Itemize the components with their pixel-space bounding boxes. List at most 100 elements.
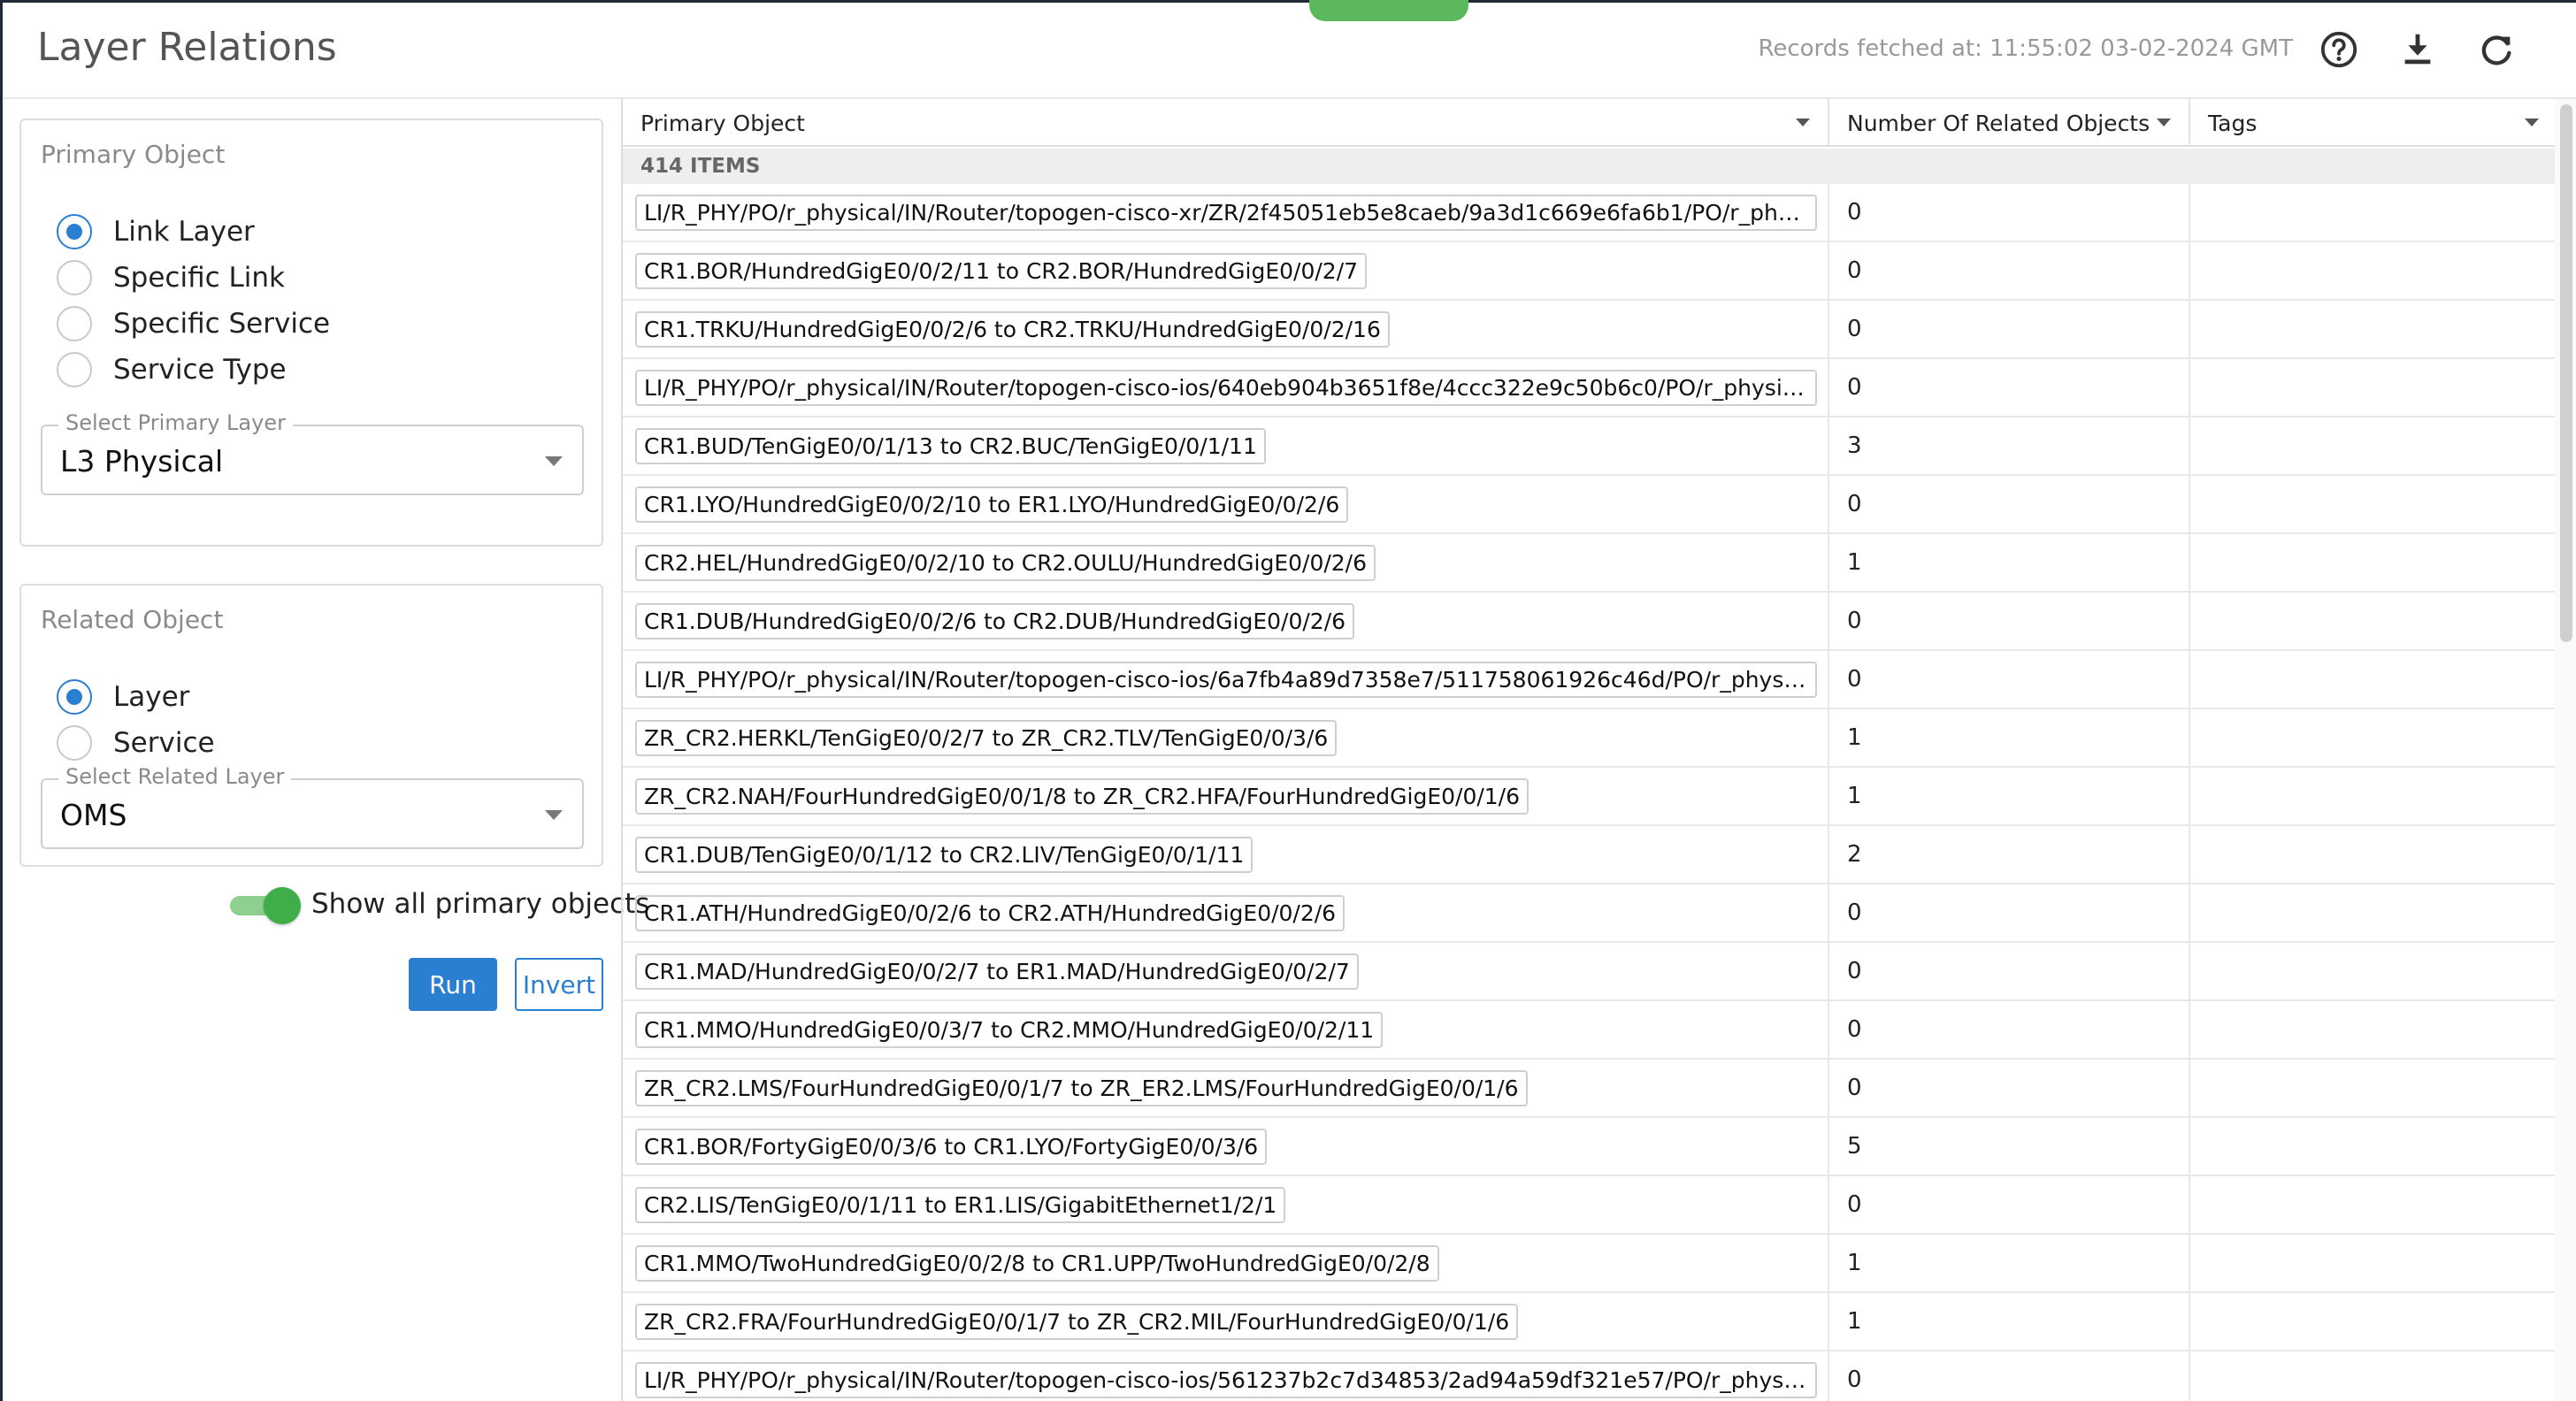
related-object-title: Related Object: [41, 605, 224, 634]
table-row[interactable]: LI/R_PHY/PO/r_physical/IN/Router/topogen…: [623, 184, 2557, 242]
primary-object-chip[interactable]: CR1.MMO/HundredGigE0/0/3/7 to CR2.MMO/Hu…: [635, 1011, 1384, 1048]
invert-button[interactable]: Invert: [515, 958, 603, 1011]
green-tab-handle[interactable]: [1309, 0, 1468, 21]
table-row[interactable]: CR1.BOR/FortyGigE0/0/3/6 to CR1.LYO/Fort…: [623, 1118, 2557, 1176]
table-row[interactable]: ZR_CR2.FRA/FourHundredGigE0/0/1/7 to ZR_…: [623, 1293, 2557, 1351]
primary-object-cell: LI/R_PHY/PO/r_physical/IN/Router/topogen…: [623, 651, 1829, 708]
primary-object-chip[interactable]: LI/R_PHY/PO/r_physical/IN/Router/topogen…: [635, 194, 1817, 231]
radio-option[interactable]: Service: [57, 723, 215, 762]
table-row[interactable]: CR1.BUD/TenGigE0/0/1/13 to CR2.BUC/TenGi…: [623, 417, 2557, 476]
primary-object-chip[interactable]: ZR_CR2.HERKL/TenGigE0/0/2/7 to ZR_CR2.TL…: [635, 719, 1338, 756]
sort-caret-icon[interactable]: [2157, 119, 2171, 126]
download-icon-svg: [2404, 34, 2431, 65]
table-row[interactable]: CR1.MMO/HundredGigE0/0/3/7 to CR2.MMO/Hu…: [623, 1001, 2557, 1060]
primary-layer-select[interactable]: Select Primary Layer L3 Physical: [41, 410, 584, 495]
radio-option[interactable]: Specific Link: [57, 258, 285, 297]
primary-object-cell: CR1.MMO/HundredGigE0/0/3/7 to CR2.MMO/Hu…: [623, 1001, 1829, 1058]
table-row[interactable]: ZR_CR2.LMS/FourHundredGigE0/0/1/7 to ZR_…: [623, 1060, 2557, 1118]
primary-object-chip[interactable]: LI/R_PHY/PO/r_physical/IN/Router/topogen…: [635, 1361, 1817, 1398]
column-header-tags[interactable]: Tags: [2190, 99, 2557, 147]
related-count-cell: 3: [1829, 417, 2190, 474]
primary-object-chip[interactable]: ZR_CR2.NAH/FourHundredGigE0/0/1/8 to ZR_…: [635, 777, 1530, 815]
tags-cell: [2190, 359, 2557, 416]
related-layer-value: OMS: [60, 798, 127, 832]
help-icon[interactable]: [2316, 27, 2362, 73]
table-row[interactable]: CR1.DUB/TenGigE0/0/1/12 to CR2.LIV/TenGi…: [623, 826, 2557, 884]
radio-button[interactable]: [57, 725, 92, 761]
table-row[interactable]: LI/R_PHY/PO/r_physical/IN/Router/topogen…: [623, 359, 2557, 417]
tags-cell: [2190, 709, 2557, 766]
tags-cell: [2190, 1060, 2557, 1116]
primary-object-chip[interactable]: ZR_CR2.FRA/FourHundredGigE0/0/1/7 to ZR_…: [635, 1303, 1519, 1340]
primary-object-chip[interactable]: CR1.DUB/HundredGigE0/0/2/6 to CR2.DUB/Hu…: [635, 602, 1355, 639]
primary-object-chip[interactable]: ZR_CR2.LMS/FourHundredGigE0/0/1/7 to ZR_…: [635, 1069, 1528, 1106]
table-row[interactable]: CR1.LYO/HundredGigE0/0/2/10 to ER1.LYO/H…: [623, 476, 2557, 534]
table-row[interactable]: CR1.MMO/TwoHundredGigE0/0/2/8 to CR1.UPP…: [623, 1235, 2557, 1293]
table-row[interactable]: CR2.HEL/HundredGigE0/0/2/10 to CR2.OULU/…: [623, 534, 2557, 593]
primary-object-chip[interactable]: CR1.MMO/TwoHundredGigE0/0/2/8 to CR1.UPP…: [635, 1244, 1439, 1282]
column-header-related-count[interactable]: Number Of Related Objects: [1829, 99, 2190, 147]
radio-label: Layer: [113, 681, 190, 713]
tags-cell: [2190, 1118, 2557, 1175]
primary-object-chip[interactable]: LI/R_PHY/PO/r_physical/IN/Router/topogen…: [635, 369, 1817, 406]
table-row[interactable]: CR1.ATH/HundredGigE0/0/2/6 to CR2.ATH/Hu…: [623, 884, 2557, 943]
primary-object-chip[interactable]: CR1.MAD/HundredGigE0/0/2/7 to ER1.MAD/Hu…: [635, 953, 1359, 990]
refresh-icon[interactable]: [2473, 27, 2519, 73]
table-row[interactable]: CR1.BOR/HundredGigE0/0/2/11 to CR2.BOR/H…: [623, 242, 2557, 301]
radio-option[interactable]: Specific Service: [57, 304, 330, 343]
radio-option[interactable]: Service Type: [57, 350, 287, 389]
radio-option[interactable]: Link Layer: [57, 212, 255, 251]
radio-button[interactable]: [57, 214, 92, 249]
primary-object-chip[interactable]: CR1.BOR/FortyGigE0/0/3/6 to CR1.LYO/Fort…: [635, 1128, 1268, 1165]
primary-object-cell: LI/R_PHY/PO/r_physical/IN/Router/topogen…: [623, 359, 1829, 416]
primary-object-title: Primary Object: [41, 140, 226, 169]
primary-object-cell: CR2.HEL/HundredGigE0/0/2/10 to CR2.OULU/…: [623, 534, 1829, 591]
primary-object-chip[interactable]: LI/R_PHY/PO/r_physical/IN/Router/topogen…: [635, 661, 1817, 698]
vertical-scrollbar[interactable]: [2555, 99, 2576, 1401]
tags-cell: [2190, 1351, 2557, 1401]
related-count-cell: 0: [1829, 884, 2190, 941]
primary-object-cell: CR1.DUB/TenGigE0/0/1/12 to CR2.LIV/TenGi…: [623, 826, 1829, 883]
primary-object-chip[interactable]: CR1.TRKU/HundredGigE0/0/2/6 to CR2.TRKU/…: [635, 310, 1390, 348]
scrollbar-thumb[interactable]: [2560, 104, 2572, 642]
window-left-border: [0, 0, 3, 1401]
radio-button[interactable]: [57, 260, 92, 295]
show-all-toggle[interactable]: [230, 887, 301, 924]
table-row[interactable]: CR1.DUB/HundredGigE0/0/2/6 to CR2.DUB/Hu…: [623, 593, 2557, 651]
primary-object-cell: ZR_CR2.LMS/FourHundredGigE0/0/1/7 to ZR_…: [623, 1060, 1829, 1116]
primary-object-cell: CR1.BOR/FortyGigE0/0/3/6 to CR1.LYO/Fort…: [623, 1118, 1829, 1175]
radio-button[interactable]: [57, 306, 92, 341]
run-button[interactable]: Run: [409, 958, 497, 1011]
table-row[interactable]: CR1.MAD/HundredGigE0/0/2/7 to ER1.MAD/Hu…: [623, 943, 2557, 1001]
download-icon[interactable]: [2395, 27, 2441, 73]
primary-object-chip[interactable]: CR2.HEL/HundredGigE0/0/2/10 to CR2.OULU/…: [635, 544, 1376, 581]
radio-button[interactable]: [57, 679, 92, 715]
primary-object-cell: CR1.DUB/HundredGigE0/0/2/6 to CR2.DUB/Hu…: [623, 593, 1829, 649]
table-row[interactable]: ZR_CR2.NAH/FourHundredGigE0/0/1/8 to ZR_…: [623, 768, 2557, 826]
primary-object-chip[interactable]: CR2.LIS/TenGigE0/0/1/11 to ER1.LIS/Gigab…: [635, 1186, 1286, 1223]
primary-object-chip[interactable]: CR1.BUD/TenGigE0/0/1/13 to CR2.BUC/TenGi…: [635, 427, 1266, 464]
column-header-label: Primary Object: [640, 110, 805, 136]
related-count-cell: 5: [1829, 1118, 2190, 1175]
table-row[interactable]: LI/R_PHY/PO/r_physical/IN/Router/topogen…: [623, 651, 2557, 709]
primary-object-chip[interactable]: CR1.LYO/HundredGigE0/0/2/10 to ER1.LYO/H…: [635, 486, 1349, 523]
column-header-primary-object[interactable]: Primary Object: [623, 99, 1829, 147]
sort-caret-icon[interactable]: [1796, 119, 1810, 126]
table-row[interactable]: LI/R_PHY/PO/r_physical/IN/Router/topogen…: [623, 1351, 2557, 1401]
radio-option[interactable]: Layer: [57, 678, 189, 716]
table-row[interactable]: ZR_CR2.HERKL/TenGigE0/0/2/7 to ZR_CR2.TL…: [623, 709, 2557, 768]
primary-object-cell: CR1.LYO/HundredGigE0/0/2/10 to ER1.LYO/H…: [623, 476, 1829, 532]
radio-button[interactable]: [57, 352, 92, 387]
primary-object-chip[interactable]: CR1.BOR/HundredGigE0/0/2/11 to CR2.BOR/H…: [635, 252, 1368, 289]
primary-object-chip[interactable]: CR1.DUB/TenGigE0/0/1/12 to CR2.LIV/TenGi…: [635, 836, 1254, 873]
table-row[interactable]: CR2.LIS/TenGigE0/0/1/11 to ER1.LIS/Gigab…: [623, 1176, 2557, 1235]
primary-object-cell: ZR_CR2.FRA/FourHundredGigE0/0/1/7 to ZR_…: [623, 1293, 1829, 1350]
sort-caret-icon[interactable]: [2525, 119, 2539, 126]
related-count-cell: 2: [1829, 826, 2190, 883]
primary-object-cell: CR1.ATH/HundredGigE0/0/2/6 to CR2.ATH/Hu…: [623, 884, 1829, 941]
related-layer-select[interactable]: Select Related Layer OMS: [41, 764, 584, 849]
table-row[interactable]: CR1.TRKU/HundredGigE0/0/2/6 to CR2.TRKU/…: [623, 301, 2557, 359]
window-top-border: [0, 0, 2576, 3]
related-layer-legend: Select Related Layer: [58, 764, 292, 789]
primary-object-chip[interactable]: CR1.ATH/HundredGigE0/0/2/6 to CR2.ATH/Hu…: [635, 894, 1346, 931]
